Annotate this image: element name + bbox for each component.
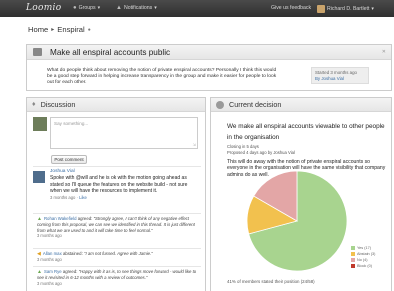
feedback-link[interactable]: Give us feedback	[271, 5, 311, 11]
activity-verb: agreed:	[77, 216, 93, 221]
breadcrumb-home[interactable]: Home	[28, 25, 48, 34]
divider	[33, 248, 201, 249]
comment-time: 3 months ago	[50, 195, 76, 201]
comment-item: Joshua Vial Spoke with @will and he is o…	[50, 169, 200, 201]
divider	[33, 166, 201, 167]
activity-verb: agreed:	[62, 269, 78, 274]
discussion-title-bar: Make all enspiral accounts public	[27, 45, 391, 60]
legend-item: Block (0)	[351, 263, 391, 269]
comment-meta: 3 months ago · Like	[50, 195, 87, 201]
started-by-link[interactable]: By Joshua Vial	[315, 76, 365, 82]
avatar	[33, 171, 45, 183]
discussion-icon	[33, 48, 42, 56]
decision-panel-header: Current decision	[211, 98, 391, 112]
legend-label: Yes (17)	[357, 246, 372, 250]
closing-time: Closing in 5 days	[227, 144, 259, 149]
chevron-down-icon: ▾	[371, 6, 374, 12]
feedback-link-label: Give us feedback	[271, 5, 312, 11]
activity-item: ▲ Rohan Wakefield agreed: "Strongly agree…	[37, 216, 200, 239]
bell-icon: ▲	[116, 5, 122, 11]
activity-time: 3 months ago	[37, 280, 62, 286]
activity-verb: abstained:	[62, 251, 83, 256]
groups-icon: ●	[73, 5, 77, 11]
notifications-menu-label: Notifications	[123, 5, 153, 11]
notifications-menu[interactable]: ▲ Notifications ▾	[116, 5, 157, 11]
avatar	[317, 5, 325, 13]
lock-icon: ●	[87, 26, 91, 33]
discussion-description: What do people think about removing the …	[47, 68, 277, 86]
user-menu[interactable]: Richard D. Bartlett ▾	[317, 5, 374, 13]
legend-label: Abstain (3)	[357, 252, 376, 256]
comments-icon: ♦	[32, 101, 36, 108]
loomio-logo[interactable]: Loomio	[26, 3, 61, 13]
divider	[33, 266, 201, 267]
comment-text: Spoke with @will and he is ok with the m…	[50, 175, 188, 194]
breadcrumb: Home ▸ Enspiral ●	[28, 25, 91, 34]
chevron-right-icon: ▸	[51, 27, 55, 33]
legend-label: No (4)	[357, 258, 368, 262]
pie-chart-icon	[216, 100, 224, 109]
abstain-icon: ◀	[37, 251, 41, 257]
post-comment-button[interactable]: Post comment	[51, 155, 87, 164]
options-icon[interactable]: ✕	[382, 49, 386, 55]
position-stat: 41% of members stated their position (24…	[227, 279, 315, 284]
user-name: Richard D. Bartlett	[327, 6, 370, 12]
pie-legend: Yes (17) Abstain (3) No (4) Block (0)	[351, 245, 391, 269]
chevron-down-icon: ▾	[97, 5, 101, 11]
comment-input[interactable]: Say something... ⇲	[50, 117, 198, 149]
vote-pie-chart	[246, 170, 348, 272]
discussion-meta: Started 3 months ago By Joshua Vial	[311, 67, 369, 84]
discussion-panel-title: Discussion	[40, 100, 76, 109]
legend-swatch	[351, 258, 355, 262]
avatar	[33, 117, 47, 131]
legend-swatch	[351, 264, 355, 268]
like-link[interactable]: Like	[79, 195, 87, 200]
activity-item: ▲ Sam Rye agreed: "Happy with it as is, t…	[37, 269, 200, 286]
discussion-title: Make all enspiral accounts public	[50, 47, 171, 57]
breadcrumb-group[interactable]: Enspiral	[57, 25, 84, 34]
activity-author[interactable]: Allan max	[43, 251, 62, 256]
decision-panel-title: Current decision	[229, 100, 282, 109]
proposed-meta: Proposed 4 days ago by Joshua Vial	[227, 150, 295, 155]
groups-menu[interactable]: ● Groups ▾	[73, 5, 100, 11]
legend-swatch	[351, 252, 355, 256]
discussion-header: Make all enspiral accounts public ✕ What…	[26, 44, 392, 91]
activity-author[interactable]: Rohan Wakefield	[44, 216, 77, 221]
divider	[33, 213, 201, 214]
activity-time: 3 months ago	[37, 233, 62, 239]
thumbs-up-icon: ▲	[37, 269, 42, 275]
thumbs-up-icon: ▲	[37, 216, 42, 222]
chevron-down-icon: ▾	[154, 5, 157, 11]
comment-input-placeholder: Say something...	[54, 121, 89, 126]
discussion-panel: ♦ Discussion Say something... ⇲ Post com…	[26, 97, 206, 291]
activity-time: 3 months ago	[37, 257, 62, 263]
legend-label: Block (0)	[357, 264, 372, 268]
motion-title: We make all enspiral accounts viewable t…	[227, 123, 385, 141]
top-navigation-bar: Loomio ● Groups ▾ ▲ Notifications ▾ Give…	[0, 0, 394, 17]
discussion-panel-header: ♦ Discussion	[27, 98, 205, 112]
activity-item: ◀ Allan max abstained: "I am not fussed. …	[37, 251, 200, 263]
groups-menu-label: Groups	[78, 5, 96, 11]
activity-author[interactable]: Sam Rye	[44, 269, 62, 274]
resize-handle-icon[interactable]: ⇲	[193, 142, 196, 147]
current-decision-panel: Current decision We make all enspiral ac…	[210, 97, 392, 291]
activity-quote: "I am not fussed. Agree with Jamie."	[83, 251, 153, 256]
legend-swatch	[351, 246, 355, 250]
